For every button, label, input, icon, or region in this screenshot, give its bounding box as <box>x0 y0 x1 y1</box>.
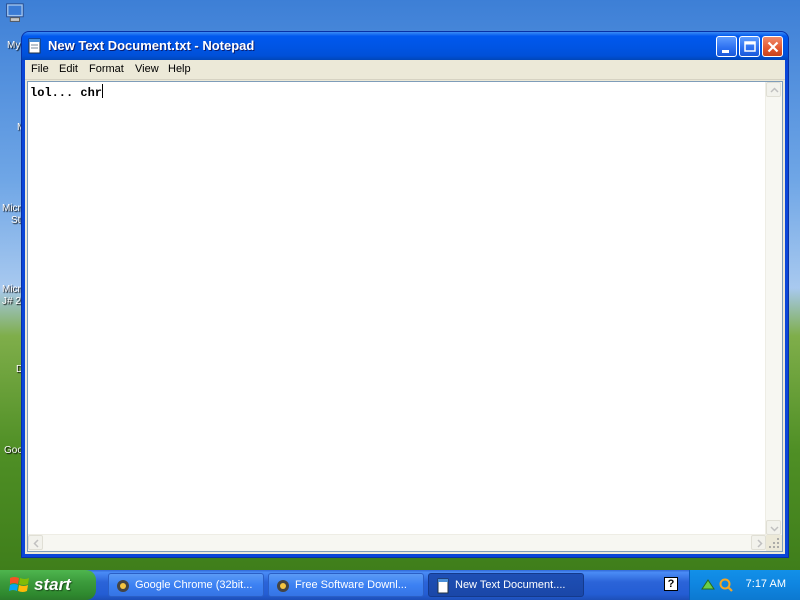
minimize-button[interactable] <box>716 36 737 57</box>
chrome-setup-icon <box>117 580 129 592</box>
windows-logo-icon <box>9 577 29 592</box>
editor-content[interactable]: lol... chr <box>30 84 104 100</box>
help-icon[interactable]: ? <box>664 577 678 591</box>
desktop-icon-label: St <box>11 215 21 226</box>
computer-icon <box>6 3 24 22</box>
close-icon <box>767 41 779 53</box>
desktop-icon-label: My <box>7 40 21 51</box>
desktop-icon-label: Goo <box>4 445 23 456</box>
arrow-down-icon <box>770 526 779 532</box>
system-tray: 7:17 AM <box>689 570 800 600</box>
desktop-icon-label: J# 2 <box>2 296 21 307</box>
arrow-up-icon <box>770 87 779 93</box>
taskbar-item-chrome-setup[interactable]: Google Chrome (32bit... <box>108 573 264 597</box>
window-title: New Text Document.txt - Notepad <box>48 38 255 53</box>
resize-grip[interactable] <box>766 535 782 551</box>
desktop-icon-label: Micr <box>2 203 21 214</box>
maximize-icon <box>744 41 756 52</box>
title-bar[interactable]: New Text Document.txt - Notepad <box>22 32 788 60</box>
text-caret <box>102 84 104 98</box>
taskbar-item-notepad[interactable]: New Text Document.... <box>428 573 584 597</box>
taskbar-item-label: New Text Document.... <box>455 579 566 591</box>
scroll-left-button[interactable] <box>28 535 43 550</box>
notepad-icon <box>437 578 449 594</box>
network-icon[interactable] <box>700 577 716 593</box>
menu-edit[interactable]: Edit <box>59 63 78 75</box>
desktop-icon-my-computer[interactable] <box>0 2 24 29</box>
desktop-icon-label: Micr <box>2 284 21 295</box>
menu-format[interactable]: Format <box>89 63 124 75</box>
clock[interactable]: 7:17 AM <box>746 578 786 590</box>
editor-text: lol... chr <box>30 86 103 100</box>
menu-bar: File Edit Format View Help <box>25 60 785 80</box>
vertical-scrollbar[interactable] <box>765 82 782 535</box>
taskbar-item-free-software[interactable]: Free Software Downl... <box>268 573 424 597</box>
scroll-right-button[interactable] <box>751 535 766 550</box>
taskbar: start Google Chrome (32bit... Free Softw… <box>0 570 800 600</box>
taskbar-item-label: Free Software Downl... <box>295 579 407 591</box>
start-button[interactable]: start <box>0 570 96 600</box>
minimize-icon <box>722 50 729 53</box>
scroll-down-button[interactable] <box>766 520 781 535</box>
arrow-left-icon <box>33 539 39 548</box>
resize-grip-icon <box>769 538 779 548</box>
search-icon[interactable] <box>718 577 734 593</box>
notepad-icon <box>28 38 41 54</box>
start-label: start <box>34 575 71 594</box>
window-client: File Edit Format View Help lol... chr <box>25 60 785 554</box>
scroll-up-button[interactable] <box>766 82 781 97</box>
horizontal-scrollbar[interactable] <box>28 534 766 551</box>
chrome-setup-icon <box>277 580 289 592</box>
taskbar-item-label: Google Chrome (32bit... <box>135 579 253 591</box>
maximize-button[interactable] <box>739 36 760 57</box>
menu-help[interactable]: Help <box>168 63 191 75</box>
close-button[interactable] <box>762 36 783 57</box>
menu-file[interactable]: File <box>31 63 49 75</box>
text-editor[interactable]: lol... chr <box>27 81 783 552</box>
arrow-right-icon <box>757 539 763 548</box>
notepad-window: New Text Document.txt - Notepad File Edi… <box>22 32 788 557</box>
menu-view[interactable]: View <box>135 63 159 75</box>
